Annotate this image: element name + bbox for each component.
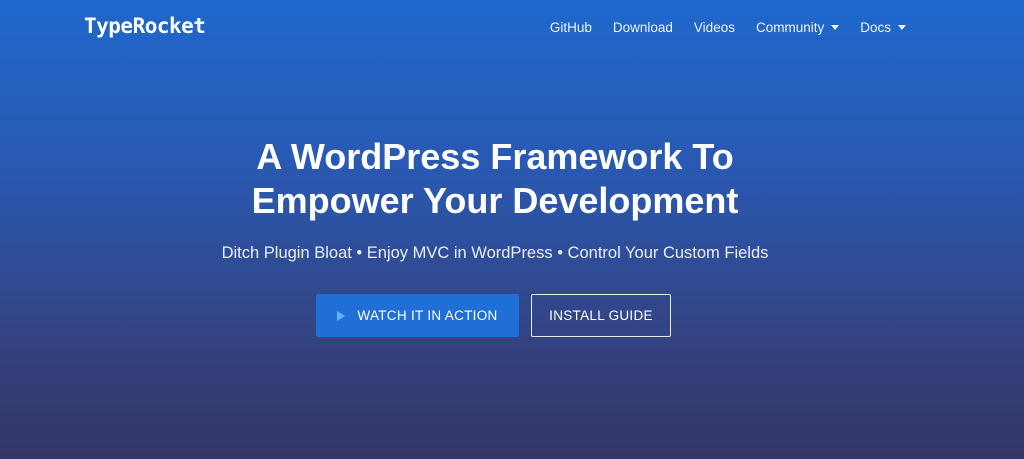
nav-github-label: GitHub (549, 20, 592, 35)
nav-videos[interactable]: Videos (694, 20, 735, 35)
install-guide-label: INSTALL GUIDE (549, 308, 653, 323)
hero-tagline: Ditch Plugin Bloat • Enjoy MVC in WordPr… (221, 244, 769, 262)
nav-download-label: Download (612, 20, 673, 35)
typerocket-logo[interactable]: TypeRocket (84, 14, 206, 38)
nav-github[interactable]: GitHub (550, 20, 592, 35)
hero-buttons: WATCH IT IN ACTION INSTALL GUIDE (316, 294, 671, 337)
watch-it-in-action-button[interactable]: WATCH IT IN ACTION (316, 294, 519, 337)
caret-down-icon (898, 25, 906, 30)
hero-section: TypeRocket GitHub Download Videos Commun… (0, 0, 1024, 459)
nav-community-dropdown[interactable]: Community (755, 20, 840, 35)
nav-download[interactable]: Download (613, 20, 673, 35)
site-header: TypeRocket GitHub Download Videos Commun… (0, 0, 1024, 58)
headline-line-2: Empower Your Development (251, 180, 739, 221)
play-icon (337, 310, 346, 321)
nav-docs-label: Docs (860, 20, 891, 35)
nav-docs-dropdown[interactable]: Docs (860, 20, 906, 35)
nav-videos-label: Videos (693, 20, 735, 35)
watch-button-label: WATCH IT IN ACTION (357, 308, 498, 323)
nav-community-label: Community (755, 20, 825, 35)
install-guide-button[interactable]: INSTALL GUIDE (531, 294, 671, 337)
main-nav: GitHub Download Videos Community Docs (550, 20, 906, 35)
headline-line-1: A WordPress Framework To (256, 136, 734, 177)
hero-headline: A WordPress Framework To Empower Your De… (0, 135, 990, 223)
caret-down-icon (831, 25, 840, 30)
